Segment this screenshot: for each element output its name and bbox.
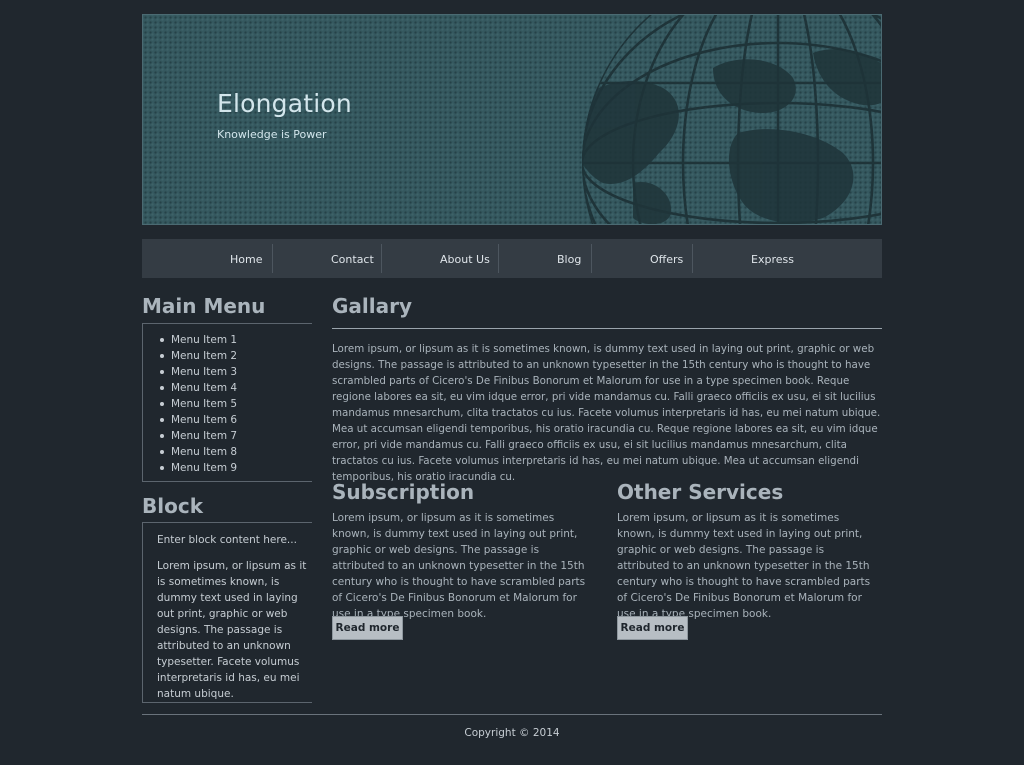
menu-item-4[interactable]: Menu Item 4 [159, 380, 237, 396]
nav-separator [498, 244, 499, 273]
block-intro: Enter block content here... [157, 534, 297, 546]
other-services-heading: Other Services [617, 480, 784, 504]
gallery-text: Lorem ipsum, or lipsum as it is sometime… [332, 343, 881, 483]
site-tagline: Knowledge is Power [217, 128, 327, 141]
nav-separator [591, 244, 592, 273]
globe-illustration [582, 15, 881, 224]
block-heading: Block [142, 494, 203, 518]
nav-item-express[interactable]: Express [751, 239, 794, 278]
site-title[interactable]: Elongation [217, 89, 352, 118]
nav-item-offers[interactable]: Offers [650, 239, 683, 278]
main-menu-list: Menu Item 1 Menu Item 2 Menu Item 3 Menu… [159, 332, 237, 476]
copyright-text: Copyright © 2014 [464, 727, 560, 739]
main-menu-heading: Main Menu [142, 294, 266, 318]
menu-item-7[interactable]: Menu Item 7 [159, 428, 237, 444]
page: Elongation Knowledge is Power Home Conta… [0, 0, 1024, 765]
menu-item-9[interactable]: Menu Item 9 [159, 460, 237, 476]
nav-separator [272, 244, 273, 273]
gallery-heading: Gallary [332, 294, 413, 318]
other-services-read-more-button[interactable]: Read more [617, 616, 688, 640]
menu-item-1[interactable]: Menu Item 1 [159, 332, 237, 348]
menu-item-3[interactable]: Menu Item 3 [159, 364, 237, 380]
nav-item-blog[interactable]: Blog [557, 239, 581, 278]
menu-item-5[interactable]: Menu Item 5 [159, 396, 237, 412]
nav-item-home[interactable]: Home [230, 239, 262, 278]
main-menu-box: Menu Item 1 Menu Item 2 Menu Item 3 Menu… [142, 323, 312, 482]
gallery-divider [332, 328, 882, 329]
main-navigation: Home Contact About Us Blog Offers Expres… [142, 239, 882, 278]
block-box: Enter block content here... Lorem ipsum,… [142, 522, 312, 703]
nav-item-contact[interactable]: Contact [331, 239, 374, 278]
site-header: Elongation Knowledge is Power [142, 14, 882, 225]
subscription-heading: Subscription [332, 480, 475, 504]
other-services-text: Lorem ipsum, or lipsum as it is sometime… [617, 512, 871, 620]
footer-divider [142, 714, 882, 715]
menu-item-2[interactable]: Menu Item 2 [159, 348, 237, 364]
nav-separator [381, 244, 382, 273]
subscription-text: Lorem ipsum, or lipsum as it is sometime… [332, 512, 586, 620]
block-text: Lorem ipsum, or lipsum as it is sometime… [157, 560, 307, 700]
menu-item-8[interactable]: Menu Item 8 [159, 444, 237, 460]
nav-item-about-us[interactable]: About Us [440, 239, 490, 278]
subscription-read-more-button[interactable]: Read more [332, 616, 403, 640]
nav-separator [692, 244, 693, 273]
menu-item-6[interactable]: Menu Item 6 [159, 412, 237, 428]
